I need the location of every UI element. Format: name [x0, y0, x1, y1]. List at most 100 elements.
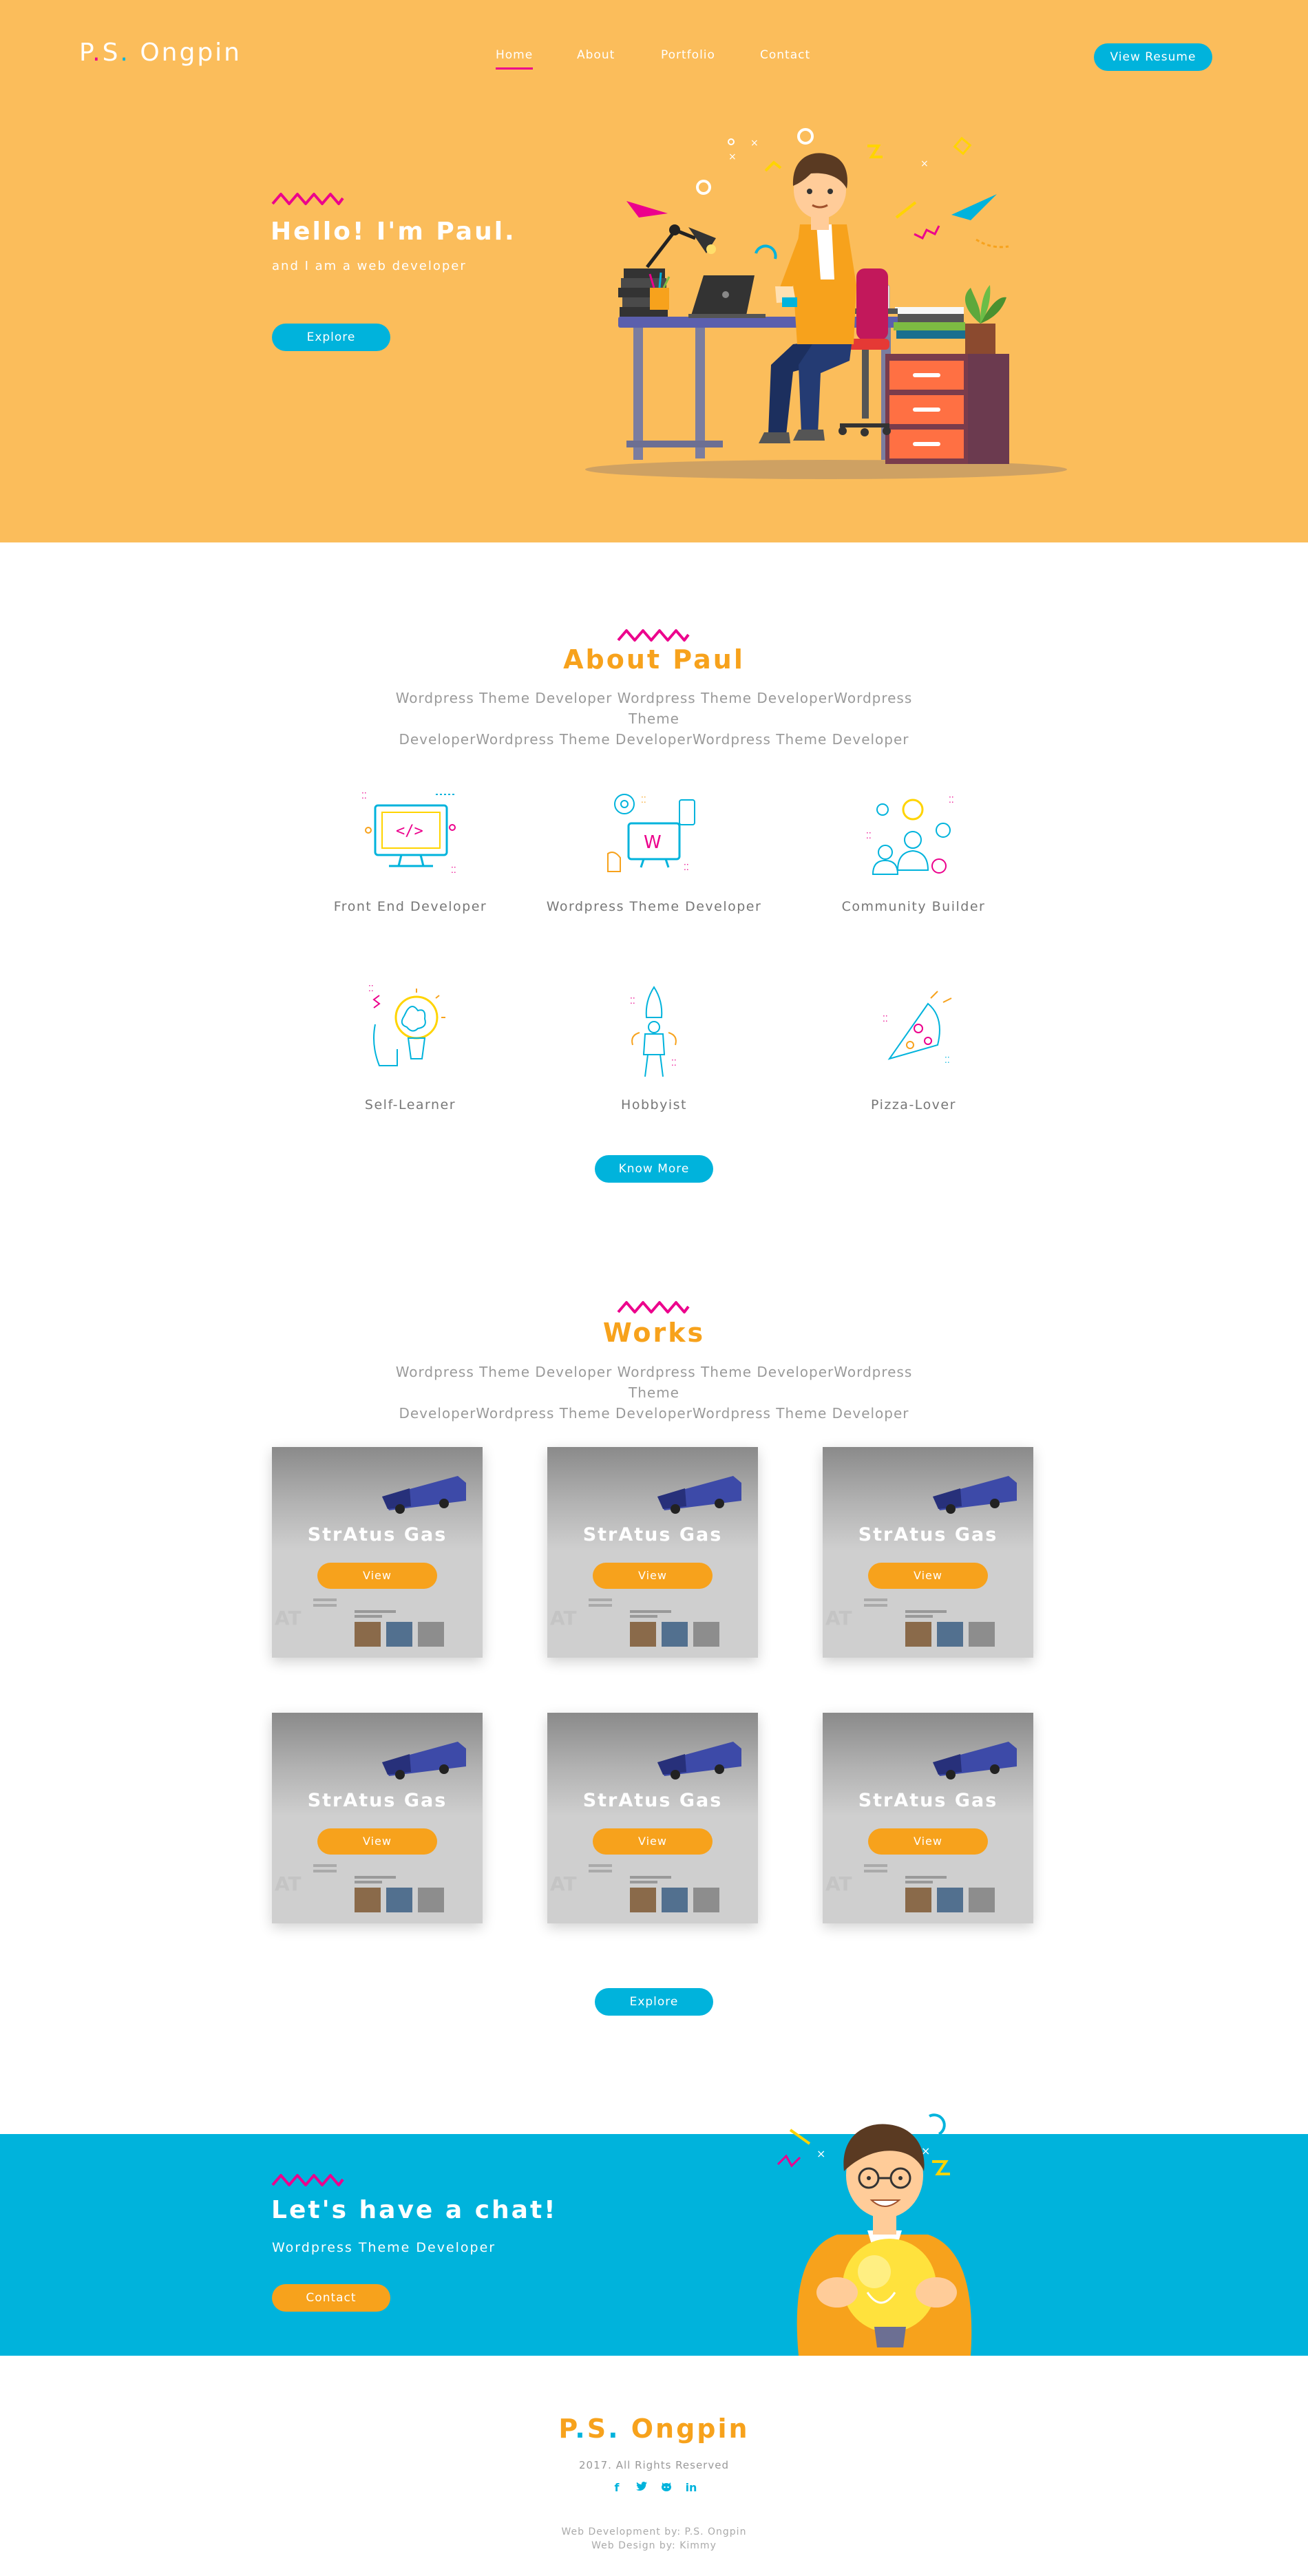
thumbnail: [905, 1622, 931, 1647]
svg-text:⁚⁚: ⁚⁚: [630, 996, 635, 1006]
card-meta: [589, 1598, 612, 1609]
card-title: StrAtus Gas: [307, 1790, 447, 1811]
logo-dot: .: [120, 39, 130, 67]
view-resume-button[interactable]: View Resume: [1094, 43, 1212, 71]
portfolio-card[interactable]: StrAtus Gas View AT: [823, 1447, 1033, 1658]
card-meta: [313, 1864, 337, 1875]
truck-image-icon: [933, 1742, 1017, 1780]
know-more-button[interactable]: Know More: [595, 1155, 713, 1183]
hero-explore-button[interactable]: Explore: [272, 324, 390, 351]
twitter-icon[interactable]: [635, 2481, 648, 2493]
svg-text:⁚⁚: ⁚⁚: [945, 1055, 950, 1065]
card-view-button[interactable]: View: [317, 1563, 437, 1589]
zigzag-decoration-icon: [271, 2174, 344, 2186]
card-meta: [313, 1598, 337, 1609]
credit-design: Web Design by: Kimmy: [591, 2540, 717, 2551]
card-view-button[interactable]: View: [868, 1828, 988, 1855]
works-desc-line: DeveloperWordpress Theme DeveloperWordpr…: [399, 1405, 909, 1422]
skill-label: Wordpress Theme Developer: [546, 899, 762, 914]
works-explore-button[interactable]: Explore: [595, 1988, 713, 2016]
svg-text:⁚⁚: ⁚⁚: [684, 863, 689, 872]
thumbnail: [693, 1622, 719, 1647]
card-meta: [589, 1864, 612, 1875]
logo-letter-s: S: [102, 39, 120, 67]
card-watermark: AT: [825, 1607, 852, 1629]
card-view-button[interactable]: View: [593, 1828, 713, 1855]
card-title: StrAtus Gas: [858, 1790, 998, 1811]
contact-button[interactable]: Contact: [272, 2284, 390, 2312]
portfolio-card[interactable]: StrAtus Gas View AT: [547, 1713, 758, 1923]
works-desc-line: Wordpress Theme Developer Wordpress Them…: [395, 1364, 913, 1401]
copyright: 2017. All Rights Reserved: [579, 2459, 729, 2471]
site-logo[interactable]: P.S. Ongpin: [79, 39, 242, 67]
svg-text:×: ×: [816, 2147, 825, 2160]
portfolio-card[interactable]: StrAtus Gas View AT: [272, 1447, 483, 1658]
chat-subtitle: Wordpress Theme Developer: [272, 2240, 496, 2255]
logo-dot: .: [575, 2414, 587, 2444]
zigzag-decoration-icon: [271, 193, 344, 205]
card-title: StrAtus Gas: [582, 1790, 723, 1811]
nav-contact[interactable]: Contact: [760, 48, 810, 62]
pizza-icon: ⁚⁚ ⁚⁚: [883, 991, 952, 1065]
thumbnail: [355, 1888, 381, 1912]
credits: Web Development by: P.S. Ongpin Web Desi…: [0, 2525, 1308, 2553]
card-view-button[interactable]: View: [868, 1563, 988, 1589]
card-watermark: AT: [275, 1872, 302, 1895]
zigzag-decoration-icon: [617, 1301, 690, 1313]
skill-label: Self-Learner: [364, 1097, 456, 1112]
thumbnail: [662, 1888, 688, 1912]
nav-home[interactable]: Home: [496, 48, 534, 70]
nav-portfolio[interactable]: Portfolio: [661, 48, 715, 62]
skill-wordpress: W ⁚⁚ ⁚⁚ Wordpress Theme Developer: [523, 789, 785, 914]
card-view-button[interactable]: View: [317, 1828, 437, 1855]
truck-image-icon: [657, 1476, 741, 1514]
svg-text:⁚⁚: ⁚⁚: [671, 1058, 677, 1068]
skill-label: Hobbyist: [621, 1097, 687, 1112]
card-text-line: [630, 1615, 657, 1618]
nav-about[interactable]: About: [577, 48, 615, 62]
svg-text:⁚⁚: ⁚⁚: [866, 831, 872, 841]
thumbnail: [969, 1622, 995, 1647]
logo-letter-p: P: [558, 2414, 576, 2444]
linkedin-icon[interactable]: in: [685, 2481, 697, 2494]
hero-section: P.S. Ongpin Home About Portfolio Contact…: [0, 0, 1308, 542]
skill-community: ⁚⁚ ⁚⁚ Community Builder: [783, 789, 1044, 914]
logo-name: Ongpin: [631, 2414, 750, 2444]
card-view-button[interactable]: View: [593, 1563, 713, 1589]
card-text-line: [905, 1615, 933, 1618]
logo-name: Ongpin: [140, 39, 242, 67]
logo-letter-s: S: [587, 2414, 609, 2444]
card-watermark: AT: [550, 1872, 577, 1895]
portfolio-card[interactable]: StrAtus Gas View AT: [272, 1713, 483, 1923]
brain-icon: ⁚⁚: [368, 984, 445, 1066]
thumbnail: [937, 1888, 963, 1912]
logo-letter-p: P: [79, 39, 93, 67]
thumbnail: [418, 1888, 444, 1912]
skill-self-learner: ⁚⁚ Self-Learner: [279, 983, 541, 1112]
truck-image-icon: [382, 1476, 466, 1514]
card-thumbnails: [630, 1622, 719, 1647]
logo-dot: .: [608, 2414, 620, 2444]
card-thumbnails: [905, 1888, 995, 1912]
thumbnail: [418, 1622, 444, 1647]
hero-title: Hello! I'm Paul.: [271, 218, 516, 246]
about-description: Wordpress Theme Developer Wordpress Them…: [372, 688, 936, 750]
card-thumbnails: [630, 1888, 719, 1912]
wordpress-icon: W ⁚⁚ ⁚⁚: [607, 794, 695, 872]
thumbnail: [905, 1888, 931, 1912]
zigzag-decoration-icon: [617, 629, 690, 642]
thumbnail: [969, 1888, 995, 1912]
footer-logo[interactable]: P.S. Ongpin: [0, 2414, 1308, 2444]
svg-text:×: ×: [920, 158, 929, 169]
developer-desk-illustration: × × ×: [585, 128, 1067, 479]
svg-text:⁚⁚: ⁚⁚: [451, 865, 456, 875]
card-title: StrAtus Gas: [307, 1524, 447, 1545]
portfolio-card[interactable]: StrAtus Gas View AT: [823, 1713, 1033, 1923]
portfolio-card[interactable]: StrAtus Gas View AT: [547, 1447, 758, 1658]
svg-text:×: ×: [728, 151, 737, 162]
card-title: StrAtus Gas: [582, 1524, 723, 1545]
facebook-icon[interactable]: f: [611, 2481, 623, 2494]
github-icon[interactable]: [660, 2481, 673, 2493]
thumbnail: [937, 1622, 963, 1647]
card-text-line: [355, 1876, 396, 1879]
